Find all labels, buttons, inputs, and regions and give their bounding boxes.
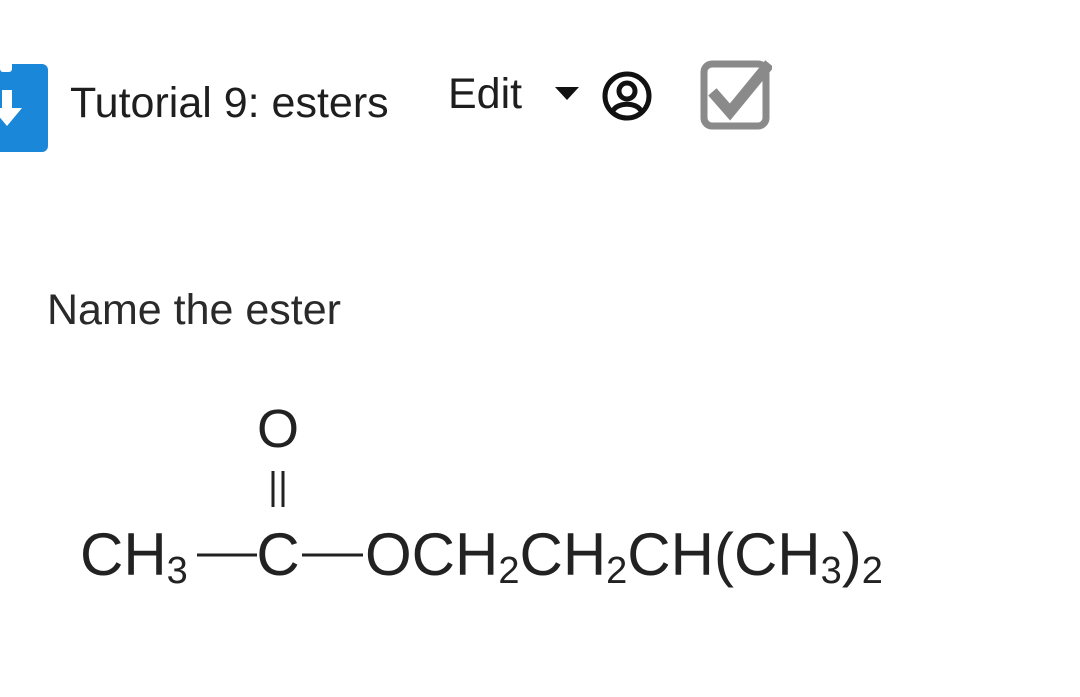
page-title: Tutorial 9: esters bbox=[70, 79, 389, 127]
edit-menu-button[interactable]: Edit bbox=[448, 68, 522, 120]
alkoxy-chain: OCH2CH2CH(CH3)2 bbox=[365, 521, 883, 592]
methyl-group: CH3 bbox=[80, 521, 188, 592]
checkbox-checked-icon[interactable] bbox=[700, 58, 772, 132]
carbonyl-oxygen: O bbox=[257, 399, 299, 459]
question-prompt: Name the ester bbox=[47, 286, 341, 334]
user-circle-icon[interactable] bbox=[601, 70, 653, 122]
ester-structure: O CH3 C OCH2CH2CH(CH3)2 bbox=[80, 399, 883, 592]
carbonyl-carbon: C bbox=[256, 521, 299, 588]
edit-label: Edit bbox=[448, 70, 523, 118]
caret-down-icon[interactable] bbox=[552, 84, 582, 102]
clipboard-download-icon[interactable] bbox=[0, 64, 48, 152]
